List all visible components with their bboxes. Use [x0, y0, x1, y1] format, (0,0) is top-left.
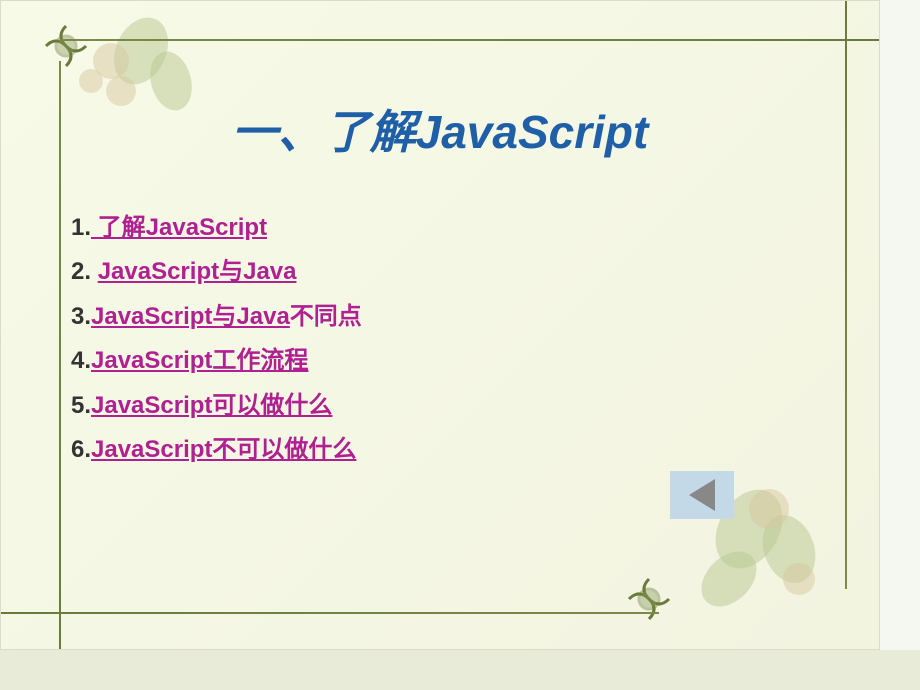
list-number: 4.	[71, 347, 91, 374]
list-item: 5.JavaScript可以做什么	[71, 384, 362, 428]
list-number: 5.	[71, 392, 91, 419]
toc-link-js-can-do[interactable]: JavaScript可以做什么	[91, 392, 332, 419]
toc-list: 1. 了解JavaScript 2. JavaScript与Java 3.Jav…	[71, 206, 362, 472]
toc-link-js-and-java[interactable]: JavaScript与Java	[98, 258, 297, 285]
decorative-rope-right	[845, 1, 847, 589]
list-item: 2. JavaScript与Java	[71, 250, 362, 294]
list-number: 1.	[71, 214, 91, 241]
toc-link-understand-js[interactable]: 了解JavaScript	[91, 214, 267, 241]
toc-link-js-java-differences[interactable]: JavaScript与Java	[91, 303, 290, 330]
list-item: 6.JavaScript不可以做什么	[71, 428, 362, 472]
list-trailing-text: 不同点	[290, 303, 362, 330]
slide-container: 一、了解JavaScript 1. 了解JavaScript 2. JavaSc…	[0, 0, 880, 650]
list-item: 1. 了解JavaScript	[71, 206, 362, 250]
list-item: 3.JavaScript与Java不同点	[71, 295, 362, 339]
back-arrow-icon	[689, 479, 715, 511]
back-button[interactable]	[670, 471, 734, 519]
list-number: 3.	[71, 303, 91, 330]
decorative-rope-top	[61, 39, 879, 41]
list-number: 6.	[71, 436, 91, 463]
list-number: 2.	[71, 258, 98, 285]
toc-link-js-workflow[interactable]: JavaScript工作流程	[91, 347, 308, 374]
page-bottom-bar	[0, 650, 920, 690]
decorative-rope-bottom	[1, 612, 659, 614]
list-item: 4.JavaScript工作流程	[71, 339, 362, 383]
toc-link-js-cannot-do[interactable]: JavaScript不可以做什么	[91, 436, 356, 463]
slide-title: 一、了解JavaScript	[1, 96, 879, 162]
